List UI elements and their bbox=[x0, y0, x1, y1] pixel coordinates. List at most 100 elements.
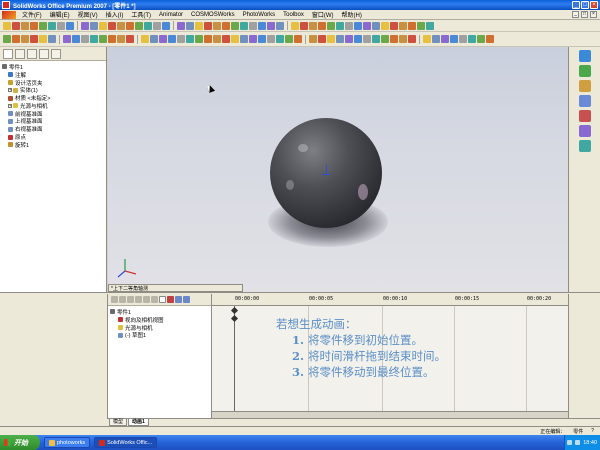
design-library-icon[interactable] bbox=[578, 65, 591, 77]
section-view-icon[interactable] bbox=[372, 21, 380, 30]
search-icon[interactable] bbox=[578, 95, 591, 107]
sw-resources-icon[interactable] bbox=[578, 50, 591, 62]
hole-icon[interactable] bbox=[468, 35, 476, 43]
view-orientation-icon[interactable] bbox=[336, 21, 344, 30]
rewind-button[interactable] bbox=[143, 296, 150, 303]
feature-tree-item[interactable]: 零件1 bbox=[2, 63, 106, 71]
redo-icon[interactable] bbox=[48, 21, 56, 30]
mirror-icon[interactable] bbox=[477, 35, 485, 43]
doc-minimize-button[interactable]: _ bbox=[572, 11, 579, 18]
fillet-icon[interactable] bbox=[423, 35, 431, 43]
axis-icon[interactable] bbox=[126, 35, 134, 43]
shell-icon[interactable] bbox=[441, 35, 449, 43]
chamfer-icon[interactable] bbox=[240, 35, 248, 43]
file-explorer-icon[interactable] bbox=[578, 80, 591, 92]
tray-network-icon[interactable] bbox=[567, 440, 573, 445]
pattern-icon[interactable] bbox=[294, 35, 302, 43]
undo-icon[interactable] bbox=[39, 21, 47, 30]
undo-icon[interactable] bbox=[240, 21, 248, 30]
save-icon[interactable] bbox=[417, 21, 425, 30]
feature-tree-tab[interactable] bbox=[3, 48, 13, 59]
close-button[interactable]: × bbox=[590, 1, 598, 9]
feature-tree-item[interactable]: + 实体(1) bbox=[2, 86, 106, 94]
record-button[interactable] bbox=[167, 296, 174, 303]
weldment-icon[interactable] bbox=[168, 35, 176, 43]
weldment-icon[interactable] bbox=[354, 35, 362, 43]
extrude-icon[interactable] bbox=[204, 35, 212, 43]
render-icon[interactable] bbox=[390, 21, 398, 30]
animation-timeline[interactable]: 00:00:00 00:00:05 00:00:10 00:00:15 00:00:20… bbox=[212, 294, 568, 418]
rotate-icon[interactable] bbox=[117, 21, 125, 30]
calculate-button[interactable] bbox=[111, 296, 118, 303]
rotate-icon[interactable] bbox=[318, 21, 326, 30]
timeline-scrollbar[interactable] bbox=[212, 411, 568, 418]
menu-view[interactable]: 视图(V) bbox=[74, 10, 102, 19]
animation-tree-item[interactable]: 零件1 bbox=[110, 308, 211, 316]
feature-tree-item[interactable]: 前视基准面 bbox=[2, 110, 106, 118]
custom-properties-icon[interactable] bbox=[578, 140, 591, 152]
cut-icon[interactable] bbox=[222, 35, 230, 43]
time-slider-bar[interactable] bbox=[234, 306, 235, 418]
sheet-metal-icon[interactable] bbox=[345, 35, 353, 43]
print-icon[interactable] bbox=[231, 21, 239, 30]
plane-icon[interactable] bbox=[117, 35, 125, 43]
doc-close-button[interactable]: × bbox=[590, 11, 597, 18]
expand-toggle-icon[interactable]: + bbox=[8, 88, 12, 93]
mirror-icon[interactable] bbox=[99, 35, 107, 43]
hidden-lines-icon[interactable] bbox=[153, 21, 161, 30]
save-icon[interactable] bbox=[21, 21, 29, 30]
surface-icon[interactable] bbox=[150, 35, 158, 43]
pan-icon[interactable] bbox=[126, 21, 134, 30]
animation-tree-item[interactable]: (-) 草图1 bbox=[110, 331, 211, 339]
playback-speed-button[interactable] bbox=[151, 296, 158, 303]
property-manager-tab[interactable] bbox=[15, 48, 25, 59]
save-icon[interactable] bbox=[222, 21, 230, 30]
draft-icon[interactable] bbox=[459, 35, 467, 43]
menu-insert[interactable]: 插入(I) bbox=[102, 10, 128, 19]
tab-model[interactable]: 模型 bbox=[109, 419, 128, 426]
configuration-manager-tab[interactable] bbox=[27, 48, 37, 59]
feature-tree-item[interactable]: 旋转1 bbox=[2, 141, 106, 149]
feature-tree-item[interactable]: 材质 <未指定> bbox=[2, 94, 106, 102]
taskbar-item-solidworks[interactable]: SolidWorks Offic... bbox=[94, 437, 158, 448]
shaded-icon[interactable] bbox=[345, 21, 353, 30]
fillet-icon[interactable] bbox=[39, 35, 47, 43]
redo-icon[interactable] bbox=[249, 21, 257, 30]
view-palette-icon[interactable] bbox=[578, 110, 591, 122]
sketch-icon[interactable] bbox=[3, 35, 11, 43]
taskbar-item-photoworks[interactable]: photoworks bbox=[44, 437, 91, 448]
select-icon[interactable] bbox=[258, 21, 266, 30]
rebuild-icon[interactable] bbox=[66, 21, 74, 30]
rib-icon[interactable] bbox=[258, 35, 266, 43]
curve-icon[interactable] bbox=[327, 35, 335, 43]
zoom-in-button[interactable] bbox=[175, 296, 182, 303]
key-point[interactable] bbox=[230, 306, 239, 315]
mirror-icon[interactable] bbox=[285, 35, 293, 43]
hole-icon[interactable] bbox=[276, 35, 284, 43]
shaded-icon[interactable] bbox=[144, 21, 152, 30]
revolve-icon[interactable] bbox=[399, 35, 407, 43]
zoom-area-icon[interactable] bbox=[99, 21, 107, 30]
new-icon[interactable] bbox=[3, 21, 11, 30]
open-icon[interactable] bbox=[12, 21, 20, 30]
open-icon[interactable] bbox=[213, 21, 221, 30]
feature-tree-item[interactable]: 设计活页夹 bbox=[2, 79, 106, 87]
pattern-icon[interactable] bbox=[108, 35, 116, 43]
feature-tree-item[interactable]: 右视基准面 bbox=[2, 125, 106, 133]
menu-file[interactable]: 文件(F) bbox=[18, 10, 46, 19]
appearances-icon[interactable] bbox=[578, 125, 591, 137]
tray-volume-icon[interactable] bbox=[575, 440, 581, 445]
extrude-icon[interactable] bbox=[390, 35, 398, 43]
plane-icon[interactable] bbox=[309, 35, 317, 43]
options-icon[interactable] bbox=[276, 21, 284, 30]
pattern-icon[interactable] bbox=[486, 35, 494, 43]
open-icon[interactable] bbox=[408, 21, 416, 30]
menu-tools[interactable]: 工具(T) bbox=[127, 10, 155, 19]
doc-restore-button[interactable]: □ bbox=[581, 11, 588, 18]
mold-icon[interactable] bbox=[177, 35, 185, 43]
zoom-out-button[interactable] bbox=[183, 296, 190, 303]
minimize-button[interactable]: _ bbox=[572, 1, 580, 9]
menu-window[interactable]: 窗口(W) bbox=[308, 10, 338, 19]
wireframe-icon[interactable] bbox=[363, 21, 371, 30]
print-icon[interactable] bbox=[426, 21, 434, 30]
